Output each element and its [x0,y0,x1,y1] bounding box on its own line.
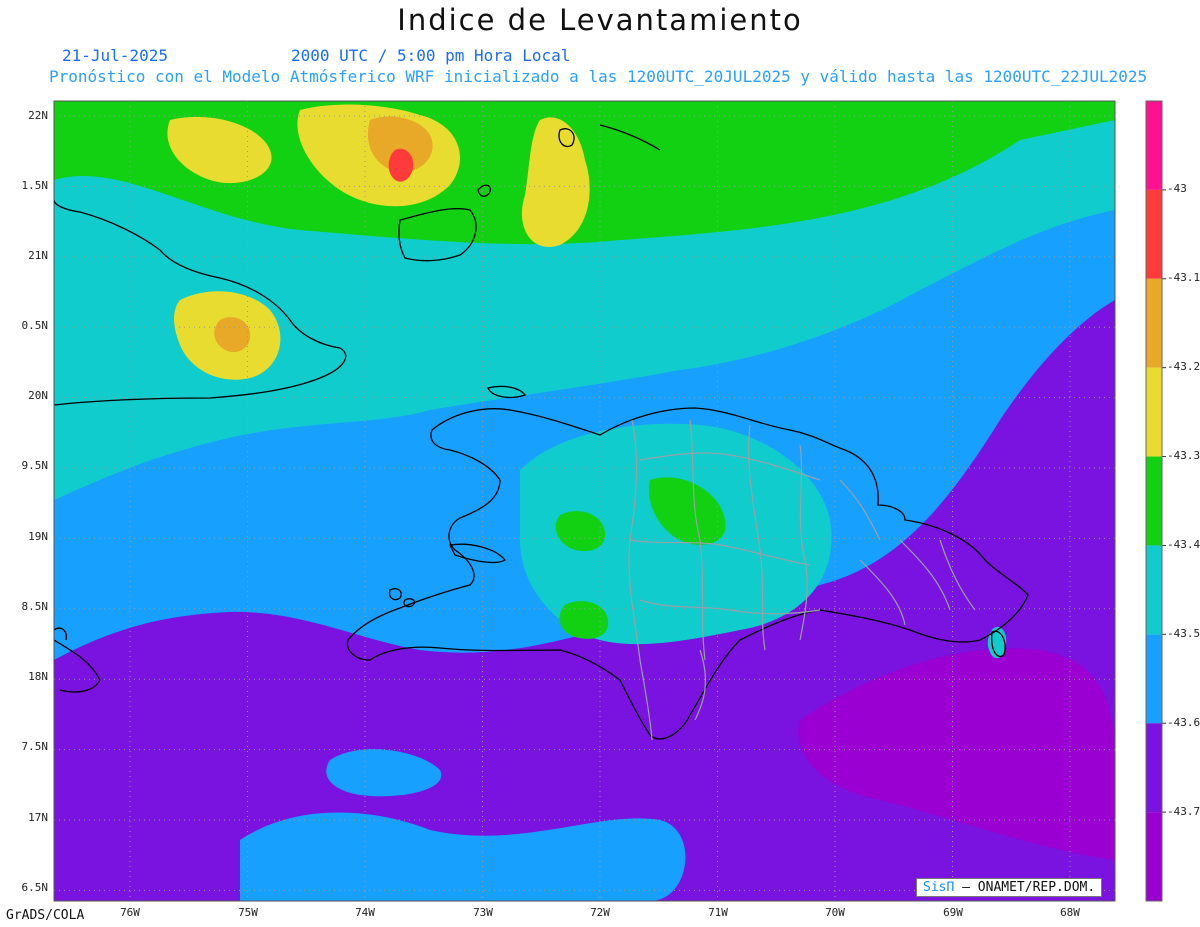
lon-label: 71W [708,906,728,919]
lat-label: 6.5N [21,881,49,894]
weather-map-figure: Indice de Levantamiento 21-Jul-2025 2000… [0,0,1200,927]
lon-label: 69W [943,906,963,919]
lon-label: 75W [238,906,258,919]
colorbar-label: -43.5 [1167,627,1200,640]
lon-label: 72W [590,906,610,919]
lat-label: 18N [28,670,48,683]
lat-label: 7.5N [21,740,49,753]
colorbar-segment [1146,812,1162,901]
colorbar-segment [1146,189,1162,279]
colorbar-label: -43.6 [1167,716,1200,729]
colorbar [1146,101,1162,901]
lat-label: 20N [28,389,48,402]
lat-label: 17N [28,811,48,824]
credit-box: SisΠ – ONAMET/REP.DOM. [916,878,1103,897]
colorbar-label: -43.3 [1167,449,1200,462]
lat-label: 1.5N [21,179,49,192]
colorbar-segment [1146,456,1162,546]
lat-label: 21N [28,249,48,262]
colorbar-label: -43.2 [1167,360,1200,373]
lon-label: 73W [473,906,493,919]
lon-label: 68W [1060,906,1080,919]
colorbar-segment [1146,278,1162,368]
lon-label: 76W [120,906,140,919]
colorbar-label: -43 [1167,182,1187,195]
colorbar-label: -43.4 [1167,538,1200,551]
lat-label: 22N [28,109,48,122]
colorbar-label: -43.1 [1167,271,1200,284]
lon-label: 74W [355,906,375,919]
colorbar-segment [1146,723,1162,813]
credit-brand: SisΠ [923,880,955,895]
colorbar-segment [1146,634,1162,724]
lon-label: 70W [825,906,845,919]
colorbar-segment [1146,545,1162,635]
software-credit: GrADS/COLA [6,908,85,923]
colorbar-label: -43.7 [1167,805,1200,818]
colorbar-segment [1146,367,1162,457]
lat-label: 0.5N [21,319,49,332]
credit-org: – ONAMET/REP.DOM. [962,880,1096,895]
colorbar-segment [1146,101,1162,190]
lat-label: 9.5N [21,459,49,472]
lifted-index-field [54,101,1115,901]
map-plot [53,100,1166,902]
lat-label: 8.5N [21,600,49,613]
lat-label: 19N [28,530,48,543]
